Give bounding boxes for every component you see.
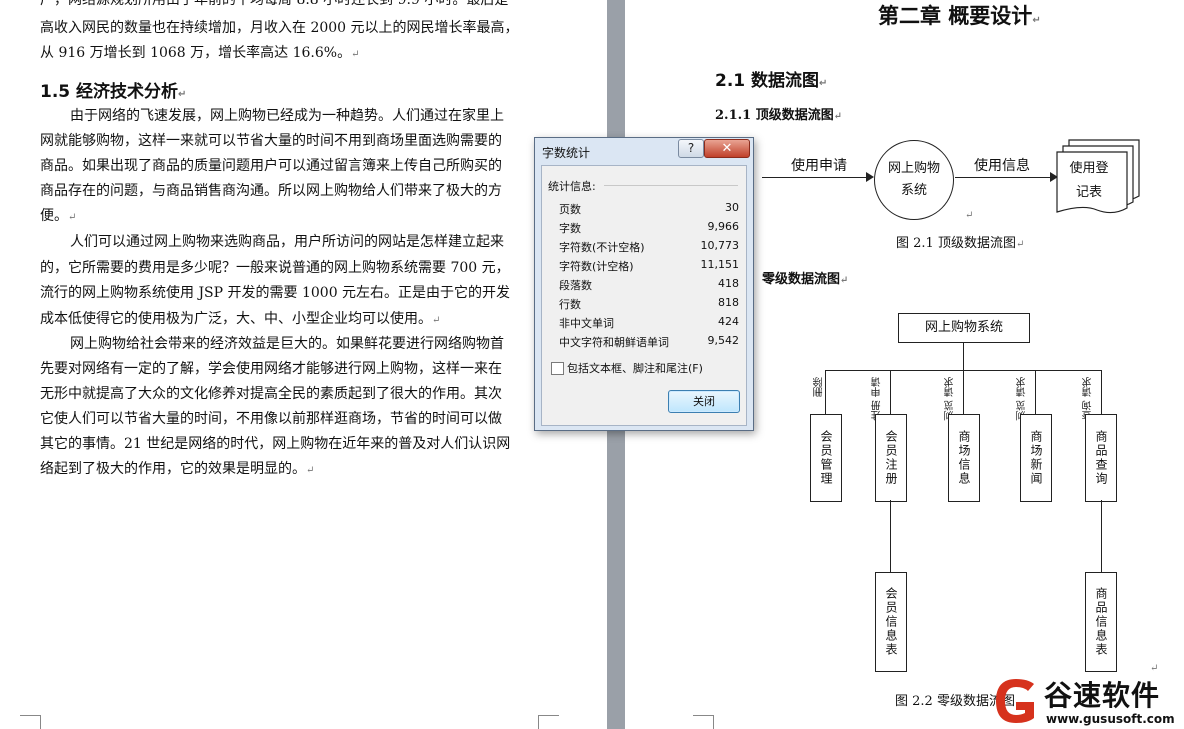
paragraph-line: 商品存在的问题，与商品销售商沟通。所以网上购物给人们带来了极大的方 <box>40 183 502 199</box>
paragraph-line: 先要对网络有一定的了解，学会使用网络才能够进行网上购物，这样一来在 <box>40 361 502 377</box>
page-corner-mark <box>693 715 714 729</box>
flow-arrow <box>955 177 1054 179</box>
paragraph-line: 网就能够购物，这样一来就可以节省大量的时间不用到商场里面选购需要的 <box>40 133 502 149</box>
flow-label-output: 使用信息 <box>974 158 1030 174</box>
include-textboxes-label[interactable]: 包括文本框、脚注和尾注(F) <box>567 360 703 376</box>
module-box: 会员注册 <box>875 414 907 502</box>
paragraph-line: 高收入网民的数量也在持续增加，月收入在 2000 元以上的网民增长率最高， <box>40 20 519 36</box>
word-count-dialog[interactable]: 字数统计 ? ✕ 统计信息: 页数 30 字数 9,966 字符数(不计空格) … <box>534 137 754 431</box>
arrow-head-icon <box>866 172 874 182</box>
divider <box>604 185 738 186</box>
stat-value-lines: 818 <box>718 296 739 309</box>
paragraph-line: 络起到了极大的作用，它的效果是明显的。↵ <box>40 461 315 477</box>
stat-label-chars-no-spaces: 字符数(不计空格) <box>559 241 645 254</box>
paragraph-line: 其它的事情。21 世纪是网络的时代，网上购物在近年来的普及对人们认识网 <box>40 436 511 452</box>
paragraph-line: 由于网络的飞速发展，网上购物已经成为一种趋势。人们通过在家里上 <box>70 108 504 124</box>
subsection-title: 零级数据流图↵ <box>762 272 849 287</box>
paragraph-line: 从 916 万增长到 1068 万，增长率高达 16.6%。↵ <box>40 45 360 61</box>
flow-label-input: 使用申请 <box>791 158 847 174</box>
module-box: 商品查询 <box>1085 414 1117 502</box>
stat-label-non-asian-words: 非中文单词 <box>559 317 614 330</box>
page-corner-mark <box>538 715 559 729</box>
stat-value-paragraphs: 418 <box>718 277 739 290</box>
paragraph-line: 它使人们可以节省大量的时间，不用像以前那样逛商场，节省的时间可以做 <box>40 411 502 427</box>
connector-line <box>825 370 827 415</box>
paragraph-line: 无形中就提高了大众的文化修养对提高全民的素质起到了很大的作用。其次 <box>40 386 502 402</box>
data-store-label: 使用登记表 <box>1069 161 1109 200</box>
stat-label-lines: 行数 <box>559 298 581 311</box>
module-box: 商场新闻 <box>1020 414 1052 502</box>
paragraph-top-cut: 广，网络源规划所用由于年前的平均每周 8.8 小时还长到 9.9 小时。最后是 <box>40 0 509 8</box>
stat-label-chars-with-spaces: 字符数(计空格) <box>559 260 634 273</box>
close-button[interactable]: 关闭 <box>668 390 740 413</box>
section-heading: 1.5 经济技术分析↵ <box>40 82 187 102</box>
dialog-title: 字数统计 <box>542 146 591 160</box>
stat-label-paragraphs: 段落数 <box>559 279 592 292</box>
help-button[interactable]: ? <box>678 139 704 158</box>
module-box: 会员管理 <box>810 414 842 502</box>
stat-value-chars-no-spaces: 10,773 <box>700 239 740 252</box>
stat-value-non-asian-words: 424 <box>718 315 739 328</box>
root-process-box: 网上购物系统 <box>898 313 1030 343</box>
figure-caption: 图 2.1 顶级数据流图↵ <box>896 236 1025 251</box>
group-title: 统计信息: <box>548 180 596 193</box>
section-title: 2.1 数据流图↵ <box>715 71 828 91</box>
connector-line <box>963 342 965 370</box>
chapter-title: 第二章 概要设计↵ <box>878 4 1041 28</box>
flow-arrow <box>762 177 872 179</box>
stat-label-pages: 页数 <box>559 203 581 216</box>
module-box: 商场信息 <box>948 414 980 502</box>
paragraph-mark: ↵ <box>965 210 974 221</box>
connector-line <box>1101 500 1103 572</box>
flow-label: 删除 <box>814 377 825 397</box>
stat-value-chars-with-spaces: 11,151 <box>700 258 740 271</box>
stat-value-asian-chars: 9,542 <box>707 334 740 347</box>
watermark-url: www.gususoft.com <box>1046 712 1175 726</box>
stat-label-words: 字数 <box>559 222 581 235</box>
paragraph-line: 人们可以通过网上购物来选购商品，用户所访问的网站是怎样建立起来 <box>70 234 504 250</box>
paragraph-line: 流行的网上购物系统使用 JSP 开发的需要 1000 元左右。正是由于它的开发 <box>40 285 511 301</box>
paragraph-line: 网上购物给社会带来的经济效益是巨大的。如果鲜花要进行网络购物首 <box>70 336 504 352</box>
paragraph-line: 成本低使得它的使用极为广泛，大、中、小型企业均可以使用。↵ <box>40 311 441 327</box>
dialog-body: 统计信息: 页数 30 字数 9,966 字符数(不计空格) 10,773 字符… <box>541 165 747 426</box>
stat-value-words: 9,966 <box>707 220 740 233</box>
document-page-left: 广，网络源规划所用由于年前的平均每周 8.8 小时还长到 9.9 小时。最后是 … <box>0 0 607 729</box>
watermark-name: 谷速软件 <box>1044 679 1161 712</box>
paragraph-line: 便。↵ <box>40 208 77 224</box>
connector-line <box>890 500 892 572</box>
page-corner-mark <box>20 715 41 729</box>
paragraph-line: 商品。如果出现了商品的质量问题用户可以通过留言簿来上传自己所购买的 <box>40 158 502 174</box>
paragraph-line: 的，它所需要的费用是多少呢？一般来说普通的网上购物系统需要 700 元， <box>40 260 510 276</box>
stat-label-asian-chars: 中文字符和朝鲜语单词 <box>559 336 669 349</box>
close-icon[interactable]: ✕ <box>704 139 750 158</box>
subsection-title: 2.1.1 顶级数据流图↵ <box>715 108 843 123</box>
include-textboxes-checkbox[interactable] <box>551 362 564 375</box>
process-circle: 网上购物系统 <box>874 140 954 220</box>
data-store-box: 会员信息表 <box>875 572 907 672</box>
logo-icon <box>996 679 1034 723</box>
watermark-logo: 谷速软件 www.gususoft.com <box>986 672 1184 729</box>
data-store-box: 商品信息表 <box>1085 572 1117 672</box>
stat-value-pages: 30 <box>725 201 739 214</box>
